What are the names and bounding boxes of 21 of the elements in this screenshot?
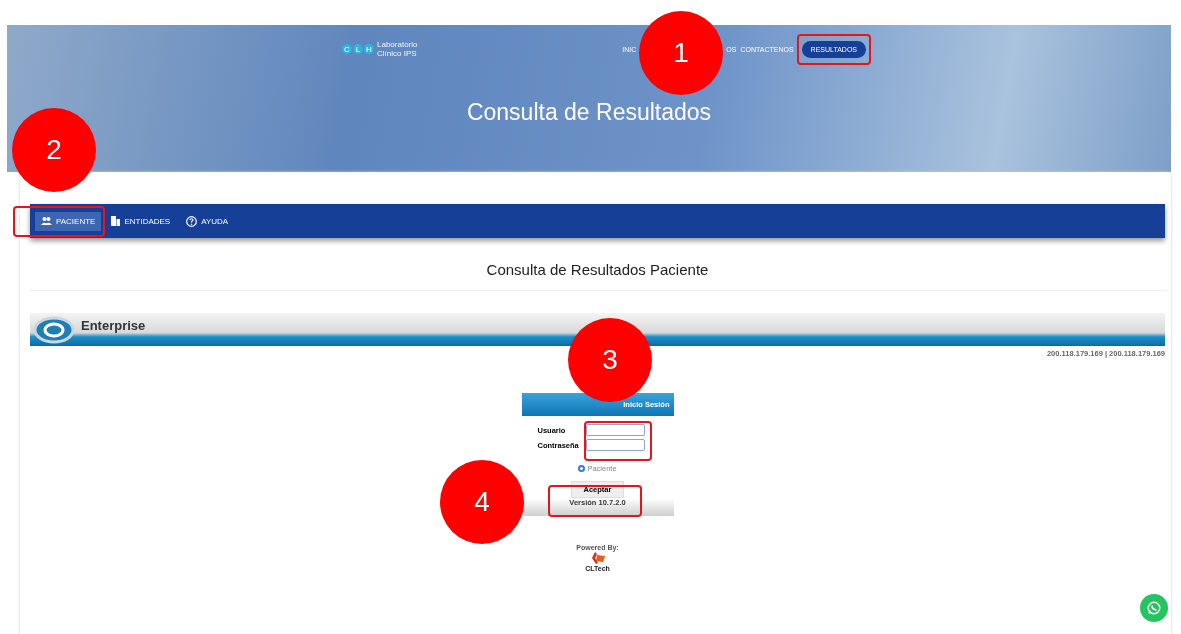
logo-letter: C — [342, 44, 352, 54]
logo-text: Laboratorio — [377, 40, 418, 49]
logo-text: Clínico IPS — [377, 49, 418, 58]
people-icon — [41, 217, 52, 225]
logo-letter: L — [353, 44, 363, 54]
building-icon — [111, 216, 121, 226]
input-field[interactable] — [585, 424, 645, 436]
radio-button[interactable] — [578, 465, 586, 472]
hero-title: Consulta de Resultados — [465, 99, 713, 126]
chat-phone-icon — [1147, 601, 1161, 615]
help-icon — [186, 215, 198, 227]
brand-name: Enterprise — [81, 318, 146, 333]
tab[interactable]: AYUDA — [180, 210, 235, 232]
highlight-frame — [584, 421, 652, 461]
cltech-logo-icon — [589, 552, 606, 564]
page-title: Consulta de Resultados Paciente — [30, 261, 1165, 291]
tab[interactable]: PACIENTE — [35, 211, 102, 231]
tab[interactable]: ENTIDADES — [105, 211, 177, 231]
input-field[interactable] — [585, 439, 645, 451]
e-logo-icon — [33, 315, 75, 344]
logo-letter: H — [364, 44, 374, 54]
